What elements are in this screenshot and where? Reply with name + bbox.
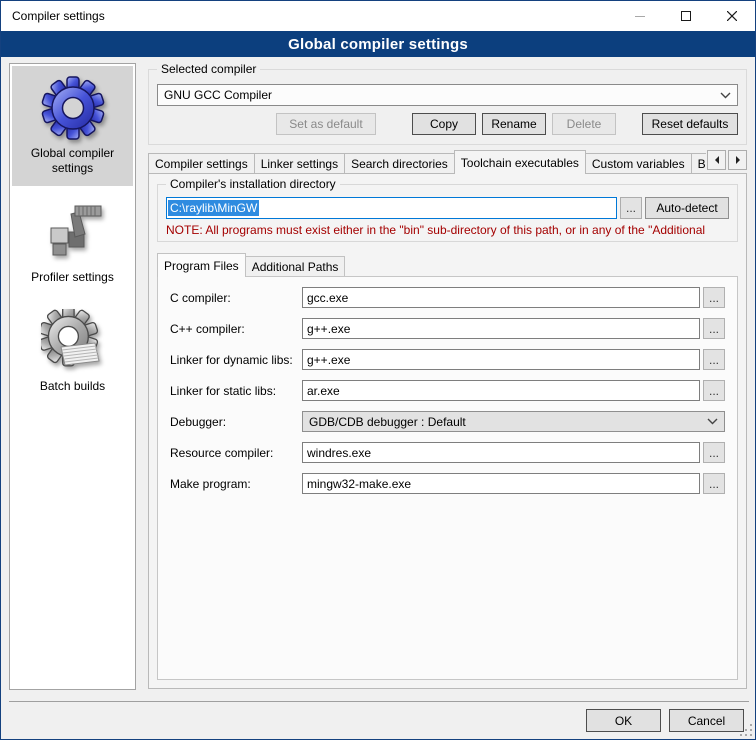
tab-linker-settings[interactable]: Linker settings	[254, 153, 345, 173]
cancel-button[interactable]: Cancel	[669, 709, 744, 732]
paths-tab-bar: Program Files Additional Paths	[157, 252, 738, 276]
tab-scroll-right-button[interactable]	[728, 150, 747, 170]
selected-compiler-dropdown[interactable]: GNU GCC Compiler	[157, 84, 738, 106]
window-title: Compiler settings	[1, 9, 105, 23]
debugger-row: Debugger: GDB/CDB debugger : Default	[170, 411, 725, 432]
auto-detect-button[interactable]: Auto-detect	[645, 197, 729, 219]
debugger-label: Debugger:	[170, 415, 302, 429]
maximize-icon	[681, 11, 691, 21]
sidebar-item-label: Profiler settings	[31, 270, 114, 285]
tab-toolchain-executables[interactable]: Toolchain executables	[454, 150, 586, 174]
debugger-value: GDB/CDB debugger : Default	[309, 415, 466, 429]
static-linker-input[interactable]	[302, 380, 700, 401]
maximize-button[interactable]	[663, 1, 709, 31]
cpp-compiler-row: C++ compiler: ...	[170, 318, 725, 339]
bin-subdirectory-note: NOTE: All programs must exist either in …	[166, 223, 729, 237]
resource-compiler-label: Resource compiler:	[170, 446, 302, 460]
ok-button[interactable]: OK	[586, 709, 661, 732]
resize-grip[interactable]	[740, 724, 753, 737]
dialog-banner: Global compiler settings	[1, 31, 755, 57]
c-compiler-row: C compiler: ...	[170, 287, 725, 308]
c-compiler-browse-button[interactable]: ...	[703, 287, 725, 308]
caption-buttons	[617, 1, 755, 31]
program-files-page: C compiler: ... C++ compiler: ... Linker…	[157, 276, 738, 680]
selected-compiler-group: Selected compiler GNU GCC Compiler Set a…	[148, 69, 747, 145]
c-compiler-input[interactable]	[302, 287, 700, 308]
c-compiler-label: C compiler:	[170, 291, 302, 305]
title-bar[interactable]: Compiler settings	[1, 1, 755, 31]
reset-defaults-button[interactable]: Reset defaults	[642, 113, 738, 135]
rename-button[interactable]: Rename	[482, 113, 546, 135]
compiler-settings-dialog: Compiler settings Global compiler settin…	[0, 0, 756, 740]
arrow-right-icon	[735, 156, 741, 164]
main-panel: Selected compiler GNU GCC Compiler Set a…	[148, 63, 747, 690]
cpp-compiler-label: C++ compiler:	[170, 322, 302, 336]
minimize-icon	[635, 11, 645, 21]
copy-button[interactable]: Copy	[412, 113, 476, 135]
footer-separator	[9, 701, 749, 702]
installation-directory-group: Compiler's installation directory C:\ray…	[157, 184, 738, 242]
tab-search-directories[interactable]: Search directories	[344, 153, 455, 173]
install-dir-selected-text: C:\raylib\MinGW	[168, 200, 259, 216]
static-linker-browse-button[interactable]: ...	[703, 380, 725, 401]
selected-compiler-value: GNU GCC Compiler	[164, 88, 272, 102]
make-program-row: Make program: ...	[170, 473, 725, 494]
dynamic-linker-row: Linker for dynamic libs: ...	[170, 349, 725, 370]
compiler-buttons-row: Set as default Copy Rename Delete Reset …	[157, 113, 738, 135]
gear-stack-icon	[41, 309, 105, 373]
sidebar-item-global-compiler-settings[interactable]: Global compiler settings	[12, 66, 133, 186]
tab-build-truncated[interactable]: Builc	[691, 153, 706, 173]
static-linker-label: Linker for static libs:	[170, 384, 302, 398]
dynamic-linker-label: Linker for dynamic libs:	[170, 353, 302, 367]
tab-program-files[interactable]: Program Files	[157, 253, 246, 277]
toolchain-executables-page: Compiler's installation directory C:\ray…	[148, 173, 747, 689]
tab-additional-paths[interactable]: Additional Paths	[245, 256, 346, 276]
sidebar-item-label: Global compiler settings	[14, 146, 131, 176]
debugger-dropdown[interactable]: GDB/CDB debugger : Default	[302, 411, 725, 432]
resource-compiler-input[interactable]	[302, 442, 700, 463]
cpp-compiler-input[interactable]	[302, 318, 700, 339]
tab-scroll-left-button[interactable]	[707, 150, 726, 170]
chevron-down-icon	[707, 418, 718, 425]
set-as-default-button: Set as default	[276, 113, 376, 135]
sidebar-item-profiler-settings[interactable]: Profiler settings	[12, 190, 133, 295]
sidebar-item-label: Batch builds	[40, 379, 105, 394]
tab-custom-variables[interactable]: Custom variables	[585, 153, 692, 173]
close-icon	[727, 11, 737, 21]
resource-compiler-row: Resource compiler: ...	[170, 442, 725, 463]
dynamic-linker-browse-button[interactable]: ...	[703, 349, 725, 370]
chevron-down-icon	[720, 92, 731, 99]
static-linker-row: Linker for static libs: ...	[170, 380, 725, 401]
caliper-icon	[41, 200, 105, 264]
tab-compiler-settings[interactable]: Compiler settings	[148, 153, 255, 173]
tab-scroll-arrows	[707, 150, 747, 170]
make-program-input[interactable]	[302, 473, 700, 494]
arrow-left-icon	[714, 156, 720, 164]
minimize-button[interactable]	[617, 1, 663, 31]
selected-compiler-legend: Selected compiler	[157, 62, 260, 76]
make-program-browse-button[interactable]: ...	[703, 473, 725, 494]
sidebar-item-batch-builds[interactable]: Batch builds	[12, 299, 133, 404]
resource-compiler-browse-button[interactable]: ...	[703, 442, 725, 463]
settings-category-sidebar: Global compiler settings Profiler settin…	[9, 63, 136, 690]
delete-button: Delete	[552, 113, 616, 135]
dynamic-linker-input[interactable]	[302, 349, 700, 370]
settings-tab-bar: Compiler settings Linker settings Search…	[148, 149, 747, 173]
install-dir-browse-button[interactable]: ...	[620, 197, 642, 219]
make-program-label: Make program:	[170, 477, 302, 491]
cpp-compiler-browse-button[interactable]: ...	[703, 318, 725, 339]
close-button[interactable]	[709, 1, 755, 31]
install-dir-input[interactable]: C:\raylib\MinGW	[166, 197, 617, 219]
gear-blue-icon	[41, 76, 105, 140]
installation-directory-legend: Compiler's installation directory	[166, 177, 340, 191]
